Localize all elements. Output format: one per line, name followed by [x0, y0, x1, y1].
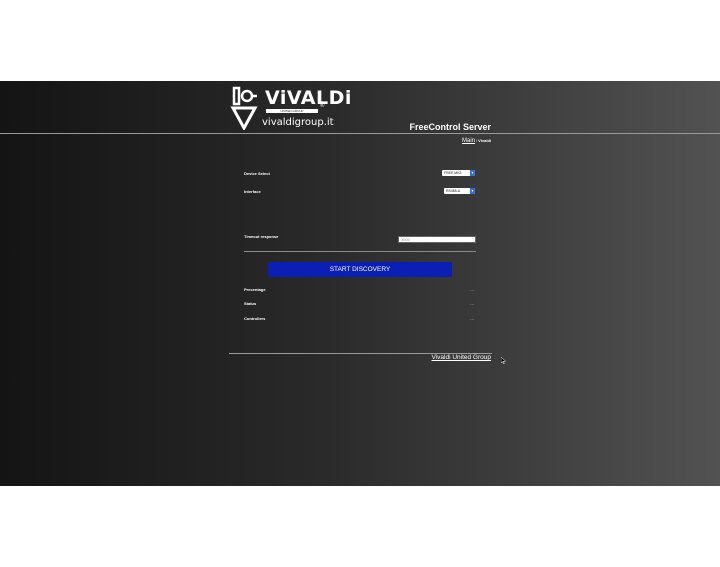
logo-url: vivaldigroup.it — [262, 117, 334, 128]
controllers-value: ... — [470, 316, 475, 322]
breadcrumb: Main/Vivaldi — [462, 138, 491, 144]
controllers-label: Controllers — [244, 316, 266, 321]
mouse-pointer-icon — [501, 357, 506, 364]
page-title: FreeControl Server — [409, 122, 491, 132]
start-discovery-button[interactable]: START DISCOVERY — [268, 262, 452, 277]
interface-select-value: RS485-A — [446, 189, 461, 193]
breadcrumb-main-link[interactable]: Main — [462, 138, 475, 144]
logo-tagline: UNITED GROUP — [266, 109, 318, 113]
form-divider — [244, 251, 476, 252]
chevron-down-icon: ▾ — [470, 170, 475, 176]
breadcrumb-current: Vivaldi — [478, 138, 491, 143]
registered-mark: ® — [320, 103, 325, 109]
footer-link[interactable]: Vivaldi United Group — [432, 354, 492, 361]
breadcrumb-separator: / — [476, 138, 478, 143]
vivaldi-logo-icon — [230, 86, 258, 130]
interface-select[interactable]: RS485-A ▾ — [444, 188, 475, 194]
device-select-value: FREE MK3 — [444, 171, 462, 175]
status-value: ... — [470, 301, 475, 307]
app-screen: ViVALDi UNITED GROUP ® vivaldigroup.it F… — [0, 81, 720, 486]
device-select[interactable]: FREE MK3 ▾ — [442, 170, 475, 176]
chevron-down-icon: ▾ — [470, 188, 475, 194]
timeout-label: Timeout response — [244, 234, 279, 239]
timeout-input[interactable]: 1500 — [398, 236, 476, 243]
status-label: Status — [244, 301, 257, 306]
header-divider — [0, 133, 720, 134]
percentage-label: Precentage — [244, 287, 266, 292]
interface-label: Interface — [244, 189, 261, 194]
device-select-label: Device Select — [244, 171, 270, 176]
logo-name: ViVALDi — [265, 87, 352, 109]
percentage-value: ... — [470, 287, 475, 293]
